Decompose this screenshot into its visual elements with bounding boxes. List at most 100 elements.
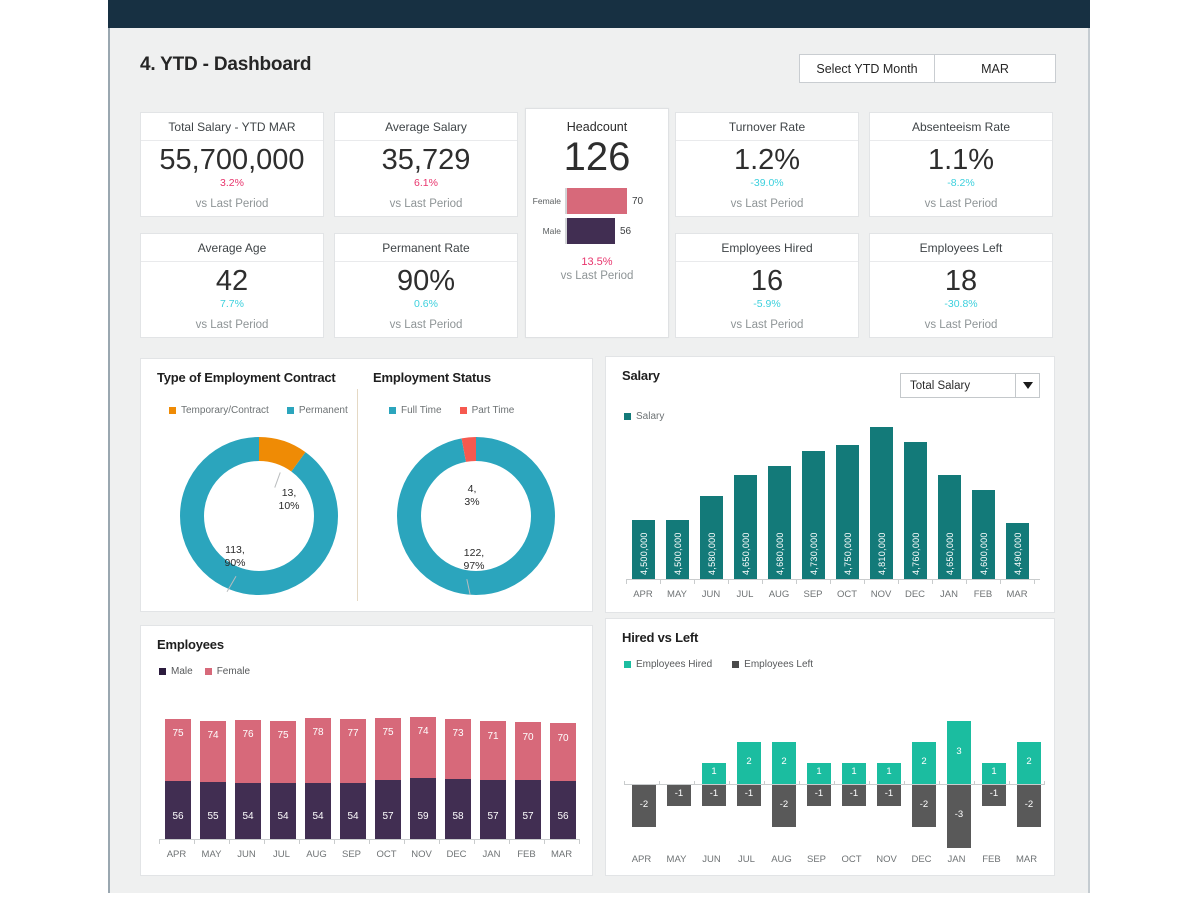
kpi-subtext: vs Last Period <box>196 198 269 210</box>
bar-chart-hired-vs-left[interactable]: -2 -1 1 -1 2 -1 2 -2 <box>622 689 1047 874</box>
x-tick-mar: MAR <box>1000 589 1034 600</box>
dashboard-canvas: 4. YTD - Dashboard Select YTD Month MAR … <box>108 28 1090 893</box>
legend-item[interactable]: Female <box>205 666 250 677</box>
bar-label-left-apr: -2 <box>632 799 656 810</box>
x-tick-aug: AUG <box>762 589 796 600</box>
kpi-title: Employees Hired <box>676 234 858 262</box>
bar-male-nov[interactable] <box>410 778 436 839</box>
legend-swatch-icon <box>624 413 631 420</box>
bar-male-dec[interactable] <box>445 779 471 839</box>
bar-label-mar: 4,490,000 <box>1013 523 1023 575</box>
bar-label-left-sep: -1 <box>807 788 831 799</box>
bar-label-female-nov: 74 <box>410 726 436 737</box>
kpi-delta: 6.1% <box>414 177 438 189</box>
legend-item[interactable]: Full Time <box>389 405 442 416</box>
bar-label-hired-jul: 2 <box>737 756 761 767</box>
x-tick-may: MAY <box>660 589 694 600</box>
bar-label-hired-jan: 3 <box>947 746 971 757</box>
headcount-subtext: vs Last Period <box>561 270 634 282</box>
chart-title-employment-status: Employment Status <box>373 370 491 385</box>
x-tick-jun: JUN <box>694 854 729 865</box>
kpi-title: Turnover Rate <box>676 113 858 141</box>
x-tick-feb: FEB <box>974 854 1009 865</box>
kpi-delta: -39.0% <box>750 177 783 189</box>
bar-female-mar[interactable] <box>550 723 576 781</box>
ytd-month-label: Select YTD Month <box>800 55 935 82</box>
bar-label-left-jun: -1 <box>702 788 726 799</box>
headcount-delta: 13.5% <box>581 256 612 268</box>
x-tick-nov: NOV <box>864 589 898 600</box>
bar-chart-salary[interactable]: 4,500,000 4,500,000 4,580,000 4,650,000 … <box>622 427 1042 607</box>
bar-male-mar[interactable] <box>550 781 576 839</box>
headcount-card[interactable]: Headcount 126 Female 70 Male 56 13.5% vs… <box>525 108 669 338</box>
bar-male-oct[interactable] <box>375 780 401 839</box>
headcount-bar-female: Female 70 <box>531 188 663 214</box>
kpi-value: 1.1% <box>928 145 994 175</box>
bar-label-male-jul: 54 <box>270 811 296 822</box>
kpi-delta: 7.7% <box>220 298 244 310</box>
donut-svg-employment-status <box>386 431 566 601</box>
kpi-card-absenteeism-rate[interactable]: Absenteeism Rate 1.1% -8.2% vs Last Peri… <box>869 112 1053 217</box>
bar-label-female-jun: 76 <box>235 729 261 740</box>
bar-male-jan[interactable] <box>480 780 506 839</box>
legend-swatch-icon <box>159 668 166 675</box>
legend-item[interactable]: Employees Left <box>732 659 813 670</box>
x-tick-sep: SEP <box>796 589 830 600</box>
kpi-card-turnover-rate[interactable]: Turnover Rate 1.2% -39.0% vs Last Period <box>675 112 859 217</box>
legend-label: Male <box>171 666 193 677</box>
x-tick-feb: FEB <box>509 849 544 860</box>
bar-label-nov: 4,810,000 <box>877 523 887 575</box>
bar-label-male-oct: 57 <box>375 811 401 822</box>
bar-label-jan: 4,650,000 <box>945 523 955 575</box>
x-tick-apr: APR <box>624 854 659 865</box>
legend-label: Employees Hired <box>636 659 712 670</box>
bar-female-feb[interactable] <box>515 722 541 780</box>
bar-label-feb: 4,600,000 <box>979 523 989 575</box>
kpi-card-employees-hired[interactable]: Employees Hired 16 -5.9% vs Last Period <box>675 233 859 338</box>
bar-label-sep: 4,730,000 <box>809 523 819 575</box>
bar-label-female-dec: 73 <box>445 728 471 739</box>
legend-item[interactable]: Salary <box>624 411 664 422</box>
chevron-down-icon[interactable] <box>1015 374 1039 397</box>
legend-item[interactable]: Permanent <box>287 405 348 416</box>
x-tick-mar: MAR <box>544 849 579 860</box>
legend-item[interactable]: Part Time <box>460 405 515 416</box>
kpi-card-total-salary[interactable]: Total Salary - YTD MAR 55,700,000 3.2% v… <box>140 112 324 217</box>
x-tick-mar: MAR <box>1009 854 1044 865</box>
x-tick-jan: JAN <box>932 589 966 600</box>
kpi-card-average-salary[interactable]: Average Salary 35,729 6.1% vs Last Perio… <box>334 112 518 217</box>
bar-label-male-sep: 54 <box>340 811 366 822</box>
kpi-card-employees-left[interactable]: Employees Left 18 -30.8% vs Last Period <box>869 233 1053 338</box>
salary-measure-dropdown[interactable]: Total Salary <box>900 373 1040 398</box>
bar-label-male-nov: 59 <box>410 811 436 822</box>
kpi-subtext: vs Last Period <box>731 198 804 210</box>
kpi-title: Average Age <box>141 234 323 262</box>
legend-employees: Male Female <box>159 666 250 677</box>
kpi-card-average-age[interactable]: Average Age 42 7.7% vs Last Period <box>140 233 324 338</box>
headcount-title: Headcount <box>567 120 627 134</box>
bar-label-left-oct: -1 <box>842 788 866 799</box>
donut-chart-employment-status[interactable]: 4,3% 122,97% <box>386 431 566 601</box>
donut-chart-contract-type[interactable]: 13,10% 113,90% <box>169 431 349 601</box>
bar-label-jul: 4,650,000 <box>741 523 751 575</box>
bar-label-female-jan: 71 <box>480 731 506 742</box>
kpi-value: 90% <box>397 266 455 296</box>
ytd-month-value[interactable]: MAR <box>935 55 1055 82</box>
stacked-bar-chart-employees[interactable]: 56 75 55 74 54 76 54 75 54 <box>157 684 582 874</box>
bar-male-feb[interactable] <box>515 780 541 839</box>
x-tick-feb: FEB <box>966 589 1000 600</box>
x-tick-jul: JUL <box>728 589 762 600</box>
legend-item[interactable]: Male <box>159 666 193 677</box>
kpi-card-permanent-rate[interactable]: Permanent Rate 90% 0.6% vs Last Period <box>334 233 518 338</box>
legend-item[interactable]: Employees Hired <box>624 659 712 670</box>
x-axis-line <box>626 579 1040 580</box>
ytd-month-selector[interactable]: Select YTD Month MAR <box>799 54 1056 83</box>
kpi-delta: -30.8% <box>944 298 977 310</box>
legend-item[interactable]: Temporary/Contract <box>169 405 269 416</box>
bar-male-apr[interactable] <box>165 781 191 839</box>
kpi-subtext: vs Last Period <box>731 319 804 331</box>
kpi-delta: 3.2% <box>220 177 244 189</box>
bar-female-jan[interactable] <box>480 721 506 780</box>
salary-measure-value: Total Salary <box>901 380 1015 392</box>
kpi-delta: -8.2% <box>947 177 974 189</box>
